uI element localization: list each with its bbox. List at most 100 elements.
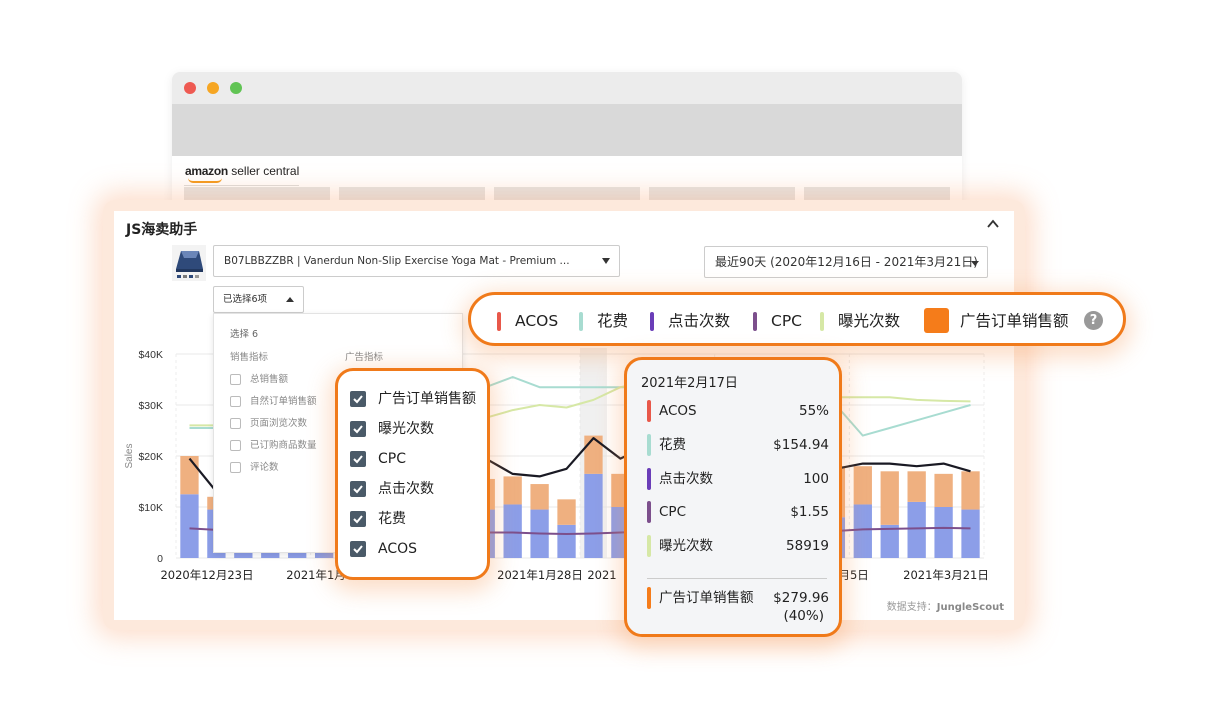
bar-natural-sales [961,509,980,558]
x-tick-label: 2021年1月28日 [497,568,583,582]
y-tick-label: $40K [138,349,163,361]
legend-label: 点击次数 [668,312,731,330]
tooltip-swatch [647,468,651,490]
bar-ad-sales [584,435,603,474]
product-thumbnail [172,245,206,281]
bar-ad-sales [557,499,576,525]
caret-down-icon [602,258,610,264]
legend-swatch [497,312,501,331]
credit-brand[interactable]: JungleScout [937,602,1004,613]
metric-option-label: 评论数 [250,462,279,473]
close-window-icon[interactable] [184,82,196,94]
chart-legend: ACOS 花费 点击次数 CPC 曝光次数 广告订单销售额 ? [468,292,1126,346]
bar-ad-sales [961,471,980,510]
metric-option[interactable]: 评论数 [230,461,279,475]
legend-item-impressions[interactable]: 曝光次数 [820,310,900,332]
metric-checkbox[interactable]: 曝光次数 [350,419,434,439]
caret-down-icon [971,261,979,266]
metric-option[interactable]: 页面浏览次数 [230,417,307,431]
bar-natural-sales [557,524,576,558]
tooltip-date: 2021年2月17日 [641,376,738,391]
metric-option-label: 页面浏览次数 [250,418,308,429]
panel-title: JS海卖助手 [126,222,198,238]
metric-checkbox[interactable]: 广告订单销售额 [350,389,476,409]
tooltip-label: 曝光次数 [659,538,713,554]
checkbox-unchecked-icon[interactable] [230,440,241,451]
metric-checkbox-label: 曝光次数 [378,421,434,437]
help-icon[interactable]: ? [1084,311,1103,330]
legend-label: 花费 [597,312,629,330]
metric-option[interactable]: 自然订单销售额 [230,395,317,409]
metric-checkbox[interactable]: 点击次数 [350,479,434,499]
brand-sub: seller central [231,164,300,178]
tooltip-row: 曝光次数 58919 [647,535,829,557]
tooltip-swatch [647,535,651,557]
tooltip-swatch [647,400,651,422]
js-helper-panel: $40K $30K $20K $10K 0 Sales 2020年12月23日 2021年1月… [114,211,1014,620]
metric-option[interactable]: 总销售额 [230,373,288,387]
checkbox-checked-icon[interactable] [350,481,366,497]
legend-swatch [650,312,654,331]
maximize-window-icon[interactable] [230,82,242,94]
date-range-value: 最近90天 (2020年12月16日 - 2021年3月21日) [715,255,978,269]
chevron-up-icon[interactable] [986,217,1000,231]
tooltip-row: 花费 $154.94 [647,434,829,456]
x-tick-label: 2021 [587,568,616,582]
legend-label: ACOS [515,312,559,330]
bar-ad-sales [180,456,199,495]
legend-item-spend[interactable]: 花费 [579,310,628,332]
bar-ad-sales [934,473,953,507]
checkbox-unchecked-icon[interactable] [230,418,241,429]
tooltip-value: $1.55 [790,504,829,520]
y-tick-label: $20K [138,451,163,463]
y-axis-label: Sales [124,443,135,468]
legend-item-clicks[interactable]: 点击次数 [650,310,730,332]
credit-prefix: 数据支持： [886,602,937,613]
legend-swatch [753,312,757,331]
brand-main: amazon [185,164,228,178]
bar-natural-sales [907,501,926,558]
metric-checkbox[interactable]: CPC [350,449,406,469]
checkbox-checked-icon[interactable] [350,511,366,527]
product-select[interactable]: B07LBBZZBR | Vanerdun Non-Slip Exercise … [213,245,620,277]
legend-swatch [820,312,824,331]
checkbox-unchecked-icon[interactable] [230,462,241,473]
minimize-window-icon[interactable] [207,82,219,94]
metric-select[interactable]: 已选择6项 [213,286,304,313]
legend-swatch [579,312,583,331]
selected-metrics-list: 广告订单销售额 曝光次数 CPC 点击次数 花费 ACOS [335,368,490,580]
ad-metrics-header: 广告指标 [345,352,384,363]
y-tick-label: $30K [138,400,163,412]
metric-checkbox-label: ACOS [378,541,418,557]
metric-option-label: 总销售额 [250,374,289,385]
chart-tooltip: 2021年2月17日 ACOS 55% 花费 $154.94 点击次数 100 CPC… [624,357,842,637]
checkbox-checked-icon[interactable] [350,391,366,407]
metric-checkbox-label: 广告订单销售额 [378,391,476,407]
metric-checkbox[interactable]: 花费 [350,509,406,529]
legend-label: 曝光次数 [838,312,901,330]
caret-up-icon [286,297,294,302]
tooltip-label: 花费 [659,437,686,453]
checkbox-checked-icon[interactable] [350,541,366,557]
tooltip-value: $154.94 [773,437,829,453]
metric-checkbox[interactable]: ACOS [350,539,417,559]
legend-label: 广告订单销售额 [960,312,1069,330]
legend-item-ad-sales[interactable]: 广告订单销售额 [924,308,1069,333]
checkbox-unchecked-icon[interactable] [230,396,241,407]
metric-checkbox-label: CPC [378,451,406,467]
tooltip-label: CPC [659,504,686,520]
tooltip-swatch [647,434,651,456]
checkbox-unchecked-icon[interactable] [230,374,241,385]
tooltip-value: $279.96 [773,590,829,606]
x-tick-label: 2020年12月23日 [160,568,253,582]
legend-swatch [924,308,949,333]
checkbox-checked-icon[interactable] [350,451,366,467]
legend-item-cpc[interactable]: CPC [753,310,802,332]
metric-option[interactable]: 已订购商品数量 [230,439,317,453]
y-tick-label: 0 [157,553,163,565]
legend-item-acos[interactable]: ACOS [497,310,558,332]
date-range-select[interactable]: 最近90天 (2020年12月16日 - 2021年3月21日) [704,246,988,278]
x-tick-label: 2021年3月21日 [903,568,989,582]
checkbox-checked-icon[interactable] [350,421,366,437]
tooltip-label: 广告订单销售额 [659,590,754,606]
